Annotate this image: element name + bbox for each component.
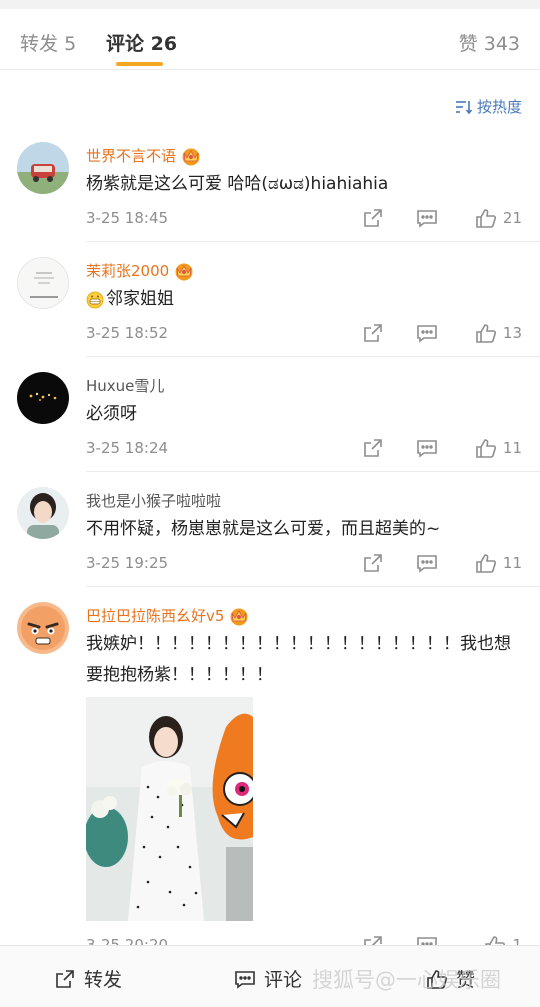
comment-icon (417, 555, 437, 573)
watermark: 搜狐号@一心娱乐圈 (312, 968, 501, 992)
reply-button[interactable] (416, 552, 438, 574)
reply-button[interactable] (416, 322, 438, 344)
comment-image[interactable] (86, 697, 253, 921)
vip-crown-icon (175, 263, 193, 280)
comment-text: 不用怀疑，杨崽崽就是这么可爱，而且超美的~ (86, 519, 441, 539)
comment-author[interactable]: Huxue雪儿 (86, 375, 164, 396)
comment-time: 3-25 19:25 (86, 554, 169, 572)
sort-icon (455, 100, 473, 114)
avatar[interactable] (17, 487, 69, 539)
repost-button[interactable]: 转发 (54, 965, 122, 992)
like-button[interactable]: 11 (475, 552, 522, 574)
avatar[interactable] (17, 602, 69, 654)
share-button[interactable] (362, 322, 384, 344)
comment-author[interactable]: 茉莉张2000 (86, 260, 195, 281)
comment-text: 我嫉妒！！！！！！！！！！！！！！！！！！！我也想要抱抱杨紫！！！！！！ (86, 634, 511, 685)
comment-time: 3-25 18:52 (86, 324, 169, 342)
tab-comment[interactable]: 评论 26 (106, 29, 177, 56)
like-count: 11 (502, 554, 522, 572)
divider (86, 356, 540, 357)
avatar[interactable] (17, 372, 69, 424)
reply-button[interactable] (416, 437, 438, 459)
like-count: 21 (502, 209, 522, 227)
comment-meta: 3-25 18:52 13 (86, 322, 522, 346)
top-strip (0, 0, 540, 9)
share-icon (364, 554, 382, 572)
divider (86, 471, 540, 472)
share-icon (364, 324, 382, 342)
tab-bar: 转发 5 评论 26 赞 343 (0, 9, 540, 70)
like-button[interactable]: 11 (475, 437, 522, 459)
comment-icon (417, 440, 437, 458)
like-button[interactable]: 13 (475, 322, 522, 344)
tab-repost-label: 转发 (20, 33, 59, 55)
comment-button[interactable]: 评论 (234, 965, 302, 992)
tab-like-count: 343 (483, 33, 520, 55)
thumbs-up-icon (476, 554, 496, 573)
share-icon (364, 439, 382, 457)
comment-text: 必须呀 (86, 404, 137, 424)
share-button[interactable] (362, 207, 384, 229)
comment-author[interactable]: 巴拉巴拉陈西幺好v5 (86, 605, 250, 626)
tab-like[interactable]: 赞 343 (459, 29, 520, 56)
comment-meta: 3-25 19:25 11 (86, 552, 522, 576)
avatar[interactable] (17, 142, 69, 194)
repost-label: 转发 (84, 969, 123, 991)
comment-icon (235, 970, 255, 989)
comment-icon (417, 210, 437, 228)
bottom-action-bar: 转发 评论 赞 搜狐号@一心娱乐圈 (0, 945, 540, 1007)
like-count: 13 (502, 324, 522, 342)
thumbs-up-icon (476, 439, 496, 458)
comment-author[interactable]: 世界不言不语 (86, 145, 202, 166)
comment-meta: 3-25 18:45 21 (86, 207, 522, 231)
sort-by-heat-button[interactable]: 按热度 (455, 96, 522, 117)
grin-emoji-icon (86, 291, 104, 308)
tab-repost[interactable]: 转发 5 (20, 29, 76, 56)
share-button[interactable] (362, 437, 384, 459)
divider (86, 241, 540, 242)
active-tab-indicator (116, 62, 163, 66)
like-button[interactable]: 21 (475, 207, 522, 229)
comment-icon (417, 325, 437, 343)
comment-label: 评论 (264, 969, 303, 991)
share-icon (364, 209, 382, 227)
share-button[interactable] (362, 552, 384, 574)
vip-crown-icon (182, 148, 200, 165)
vip-crown-icon (230, 608, 248, 625)
tab-repost-count: 5 (64, 33, 77, 55)
avatar[interactable] (17, 257, 69, 309)
comment-time: 3-25 18:45 (86, 209, 169, 227)
tab-comment-label: 评论 (106, 33, 145, 55)
comment-text: 杨紫就是这么可爱 哈哈(ಡωಡ)hiahiahia (86, 174, 389, 194)
comment-author[interactable]: 我也是小猴子啦啦啦 (86, 490, 221, 511)
comment-text: 邻家姐姐 (86, 284, 520, 315)
comment-meta: 3-25 18:24 11 (86, 437, 522, 461)
sort-label: 按热度 (476, 98, 522, 116)
comment-time: 3-25 18:24 (86, 439, 169, 457)
reply-button[interactable] (416, 207, 438, 229)
thumbs-up-icon (476, 324, 496, 343)
repost-icon (56, 969, 74, 988)
tab-like-label: 赞 (458, 33, 478, 55)
thumbs-up-icon (476, 209, 496, 228)
divider (86, 586, 540, 587)
tab-comment-count: 26 (150, 33, 178, 55)
like-count: 11 (502, 439, 522, 457)
